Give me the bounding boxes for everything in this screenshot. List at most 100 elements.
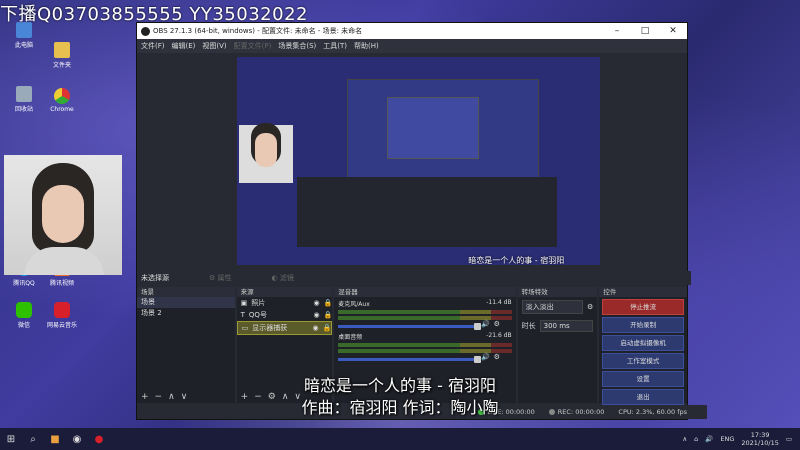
desktop-icon-label: Chrome [50,106,74,113]
scene-item[interactable]: 场景 [137,297,235,308]
monitor-icon: ▭ [241,324,249,332]
obs-window: OBS 27.1.3 (64-bit, windows) - 配置文件: 未命名… [136,22,707,420]
eye-icon[interactable]: ◉ [313,297,319,309]
transitions-header: 转场特效 [517,287,598,297]
remove-icon[interactable]: − [254,392,262,402]
menu-profile[interactable]: 配置文件(P) [234,41,272,51]
app-icon[interactable]: ■ [44,428,66,450]
image-icon: ▣ [240,299,248,307]
desktop-icon-label: 腾讯QQ [13,280,35,287]
stop-streaming-button[interactable]: 停止推流 [602,299,684,315]
gear-icon[interactable]: ⚙ [494,320,500,328]
obs-titlebar: OBS 27.1.3 (64-bit, windows) - 配置文件: 未命名… [137,23,687,39]
obs-logo-icon [141,26,150,36]
clock[interactable]: 17:39 2021/10/15 [741,431,778,447]
language-indicator[interactable]: ENG [720,435,734,443]
desktop-icon[interactable]: 网易云音乐 [42,302,82,329]
source-item[interactable]: ▣ 照片 ◉ 🔒 [237,297,333,309]
add-icon[interactable]: + [241,392,249,402]
volume-icon[interactable]: 🔊 [705,435,713,443]
wechat-icon [16,302,32,318]
properties-button[interactable]: ⚙ 属性 [209,273,232,283]
preview-subtitle-line1: 暗恋是一个人的事 - 宿羽阳 [468,256,565,265]
desktop-icon[interactable]: 回收站 [4,86,44,113]
virtual-camera-button[interactable]: 启动虚拟摄像机 [602,335,684,351]
rec-status: REC: 00:00:00 [548,408,605,416]
eye-icon[interactable]: ◉ [312,322,318,334]
channel-name: 桌面音频 [338,334,363,341]
lock-icon[interactable]: 🔒 [323,322,332,334]
scene-item[interactable]: 场景 2 [137,308,235,319]
lock-icon[interactable]: 🔒 [324,309,333,321]
scenes-dock: 场景 场景 场景 2 + − ∧ ∨ [137,287,235,403]
volume-meter [338,343,512,347]
source-name: QQ号 [248,311,267,319]
source-toolbar: 未选择源 ⚙ 属性 ◐ 滤镜 [137,271,691,285]
gear-icon[interactable]: ⚙ [587,303,593,311]
studio-mode-button[interactable]: 工作室模式 [602,353,684,369]
volume-slider[interactable] [338,355,481,363]
desktop-icon-label: 腾讯视频 [49,280,74,287]
maximize-icon[interactable]: □ [631,26,659,36]
eye-icon[interactable]: ◉ [313,309,319,321]
controls-dock: 控件 停止推流 开始录制 启动虚拟摄像机 工作室模式 设置 退出 [599,287,687,405]
filters-label: 滤镜 [279,274,294,282]
clock-time: 17:39 [750,431,770,439]
menu-view[interactable]: 视图(V) [202,41,226,51]
speaker-icon[interactable]: 🔊 [481,353,490,361]
exit-button[interactable]: 退出 [602,389,684,405]
source-item[interactable]: T QQ号 ◉ 🔒 [237,309,333,321]
desktop-icon[interactable]: 此电脑 [4,22,44,49]
menu-scene-collection[interactable]: 场景集合(S) [278,41,316,51]
netease-music-icon[interactable]: ● [88,428,110,450]
volume-slider[interactable] [338,322,481,330]
source-item[interactable]: ▭ 显示器捕获 ◉ 🔒 [236,321,333,335]
desktop-icon-label: 网易云音乐 [46,322,77,329]
desktop-icon[interactable]: 文件夹 [42,42,82,69]
network-icon[interactable]: ⌂ [694,435,698,443]
down-icon[interactable]: ∨ [181,392,188,402]
menu-tools[interactable]: 工具(T) [323,41,347,51]
add-icon[interactable]: + [141,392,149,402]
source-name: 照片 [251,299,266,307]
lock-icon[interactable]: 🔒 [324,297,333,309]
menu-edit[interactable]: 编辑(E) [172,41,196,51]
no-source-label: 未选择源 [141,274,169,282]
gear-icon[interactable]: ⚙ [268,392,276,402]
up-icon[interactable]: ∧ [168,392,175,402]
recycle-bin-icon [16,86,32,102]
desktop-icon[interactable]: Chrome [42,88,82,113]
menu-help[interactable]: 帮助(H) [354,41,379,51]
duration-input[interactable]: 300 ms [539,320,594,332]
desktop-icon-label: 文件夹 [52,62,71,69]
system-tray: ∧ ⌂ 🔊 ENG 17:39 2021/10/15 ▭ [682,431,800,447]
minimize-icon[interactable]: – [603,26,631,36]
close-icon[interactable]: ✕ [659,26,687,36]
controls-header: 控件 [599,287,687,297]
text-icon: T [240,311,245,319]
transition-select[interactable]: 淡入淡出 [521,300,584,314]
remove-icon[interactable]: − [155,392,163,402]
channel-db: -21.6 dB [486,332,512,339]
folder-icon [54,42,70,58]
windows-start-icon[interactable]: ⊞ [0,428,22,450]
desktop-icon-label: 微信 [17,322,30,329]
obs-taskbar-icon[interactable]: ◉ [66,428,88,450]
speaker-icon[interactable]: 🔊 [481,320,490,328]
notification-icon[interactable]: ▭ [786,435,792,443]
gear-icon[interactable]: ⚙ [494,353,500,361]
search-icon[interactable]: ⌕ [22,428,44,450]
start-recording-button[interactable]: 开始录制 [602,317,684,333]
desktop-icon[interactable]: 微信 [4,302,44,329]
filters-button[interactable]: ◐ 滤镜 [272,273,294,283]
chevron-up-icon[interactable]: ∧ [682,435,687,443]
settings-button[interactable]: 设置 [602,371,684,387]
menu-file[interactable]: 文件(F) [141,41,165,51]
desktop-icon-label: 回收站 [14,106,33,113]
sources-header: 来源 [236,287,333,297]
menu-bar: 文件(F) 编辑(E) 视图(V) 配置文件(P) 场景集合(S) 工具(T) … [137,39,687,53]
scenes-toolbar: + − ∧ ∨ [137,391,235,403]
cpu-status: CPU: 2.3%, 60.00 fps [618,408,687,416]
rec-time: REC: 00:00:00 [557,408,605,416]
preview-canvas[interactable]: 暗恋是一个人的事 - 宿羽阳 作曲：宿羽阳 作词：陶小陶 [237,57,600,265]
